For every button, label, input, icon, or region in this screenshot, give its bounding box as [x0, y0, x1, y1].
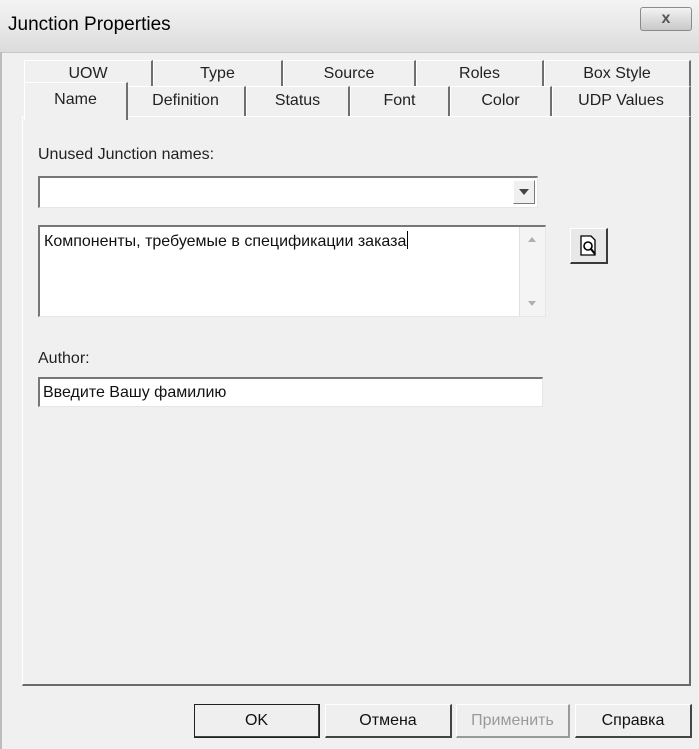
tab-label: Status: [274, 92, 321, 109]
apply-button: Применить: [456, 704, 570, 738]
text-caret: [407, 231, 409, 249]
scroll-down-icon[interactable]: [528, 301, 536, 306]
tab-name[interactable]: Name: [24, 82, 128, 120]
tab-label: Definition: [152, 92, 219, 109]
tab-label: Name: [54, 91, 97, 108]
tab-label: Color: [481, 92, 520, 109]
chevron-down-icon: [519, 189, 529, 195]
junction-name-text: Компоненты, требуемые в спецификации зак…: [44, 231, 409, 251]
scroll-up-icon[interactable]: [528, 237, 536, 242]
tab-source[interactable]: Source: [283, 60, 416, 88]
unused-names-dropdown[interactable]: [38, 176, 538, 208]
junction-name-textarea[interactable]: Компоненты, требуемые в спецификации зак…: [38, 225, 546, 317]
junction-name-value: Компоненты, требуемые в спецификации зак…: [44, 233, 407, 250]
tab-label: Font: [383, 92, 416, 109]
tab-udp-values[interactable]: UDP Values: [552, 86, 691, 116]
textarea-scrollbar[interactable]: [519, 227, 545, 316]
tab-roles[interactable]: Roles: [416, 60, 544, 88]
unused-names-label: Unused Junction names:: [38, 146, 215, 163]
tab-label: Source: [323, 65, 375, 82]
tab-label: UDP Values: [578, 92, 664, 109]
window-title: Junction Properties: [8, 14, 171, 35]
cancel-button[interactable]: Отмена: [325, 704, 452, 738]
author-label: Author:: [38, 350, 90, 367]
tab-status[interactable]: Status: [246, 86, 350, 116]
apply-button-label: Применить: [471, 711, 554, 729]
help-button[interactable]: Справка: [575, 704, 692, 738]
tab-label: Type: [200, 65, 235, 82]
tab-strip: UOW Type Source Roles Box Style Definiti…: [0, 52, 699, 122]
tab-color[interactable]: Color: [450, 86, 552, 116]
ok-button-label: OK: [244, 711, 269, 729]
window-edge: [0, 52, 2, 749]
help-button-label: Справка: [601, 711, 665, 729]
tab-box-style[interactable]: Box Style: [544, 60, 691, 88]
close-button[interactable]: x: [640, 7, 692, 31]
cancel-button-label: Отмена: [359, 711, 417, 729]
tab-label: UOW: [68, 65, 108, 82]
lookup-button[interactable]: [570, 228, 608, 264]
tab-definition[interactable]: Definition: [126, 86, 246, 116]
tab-label: Roles: [459, 65, 500, 82]
close-icon: x: [661, 10, 671, 27]
dropdown-button[interactable]: [513, 180, 535, 204]
title-bar: Junction Properties x: [0, 0, 699, 53]
author-input[interactable]: [38, 377, 543, 407]
ok-button[interactable]: OK: [194, 704, 320, 738]
tab-type[interactable]: Type: [153, 60, 283, 88]
tab-label: Box Style: [583, 65, 651, 82]
tab-font[interactable]: Font: [350, 86, 450, 116]
junction-properties-dialog: Junction Properties x UOW Type Source Ro…: [0, 0, 699, 749]
magnifier-document-icon: [579, 234, 596, 256]
